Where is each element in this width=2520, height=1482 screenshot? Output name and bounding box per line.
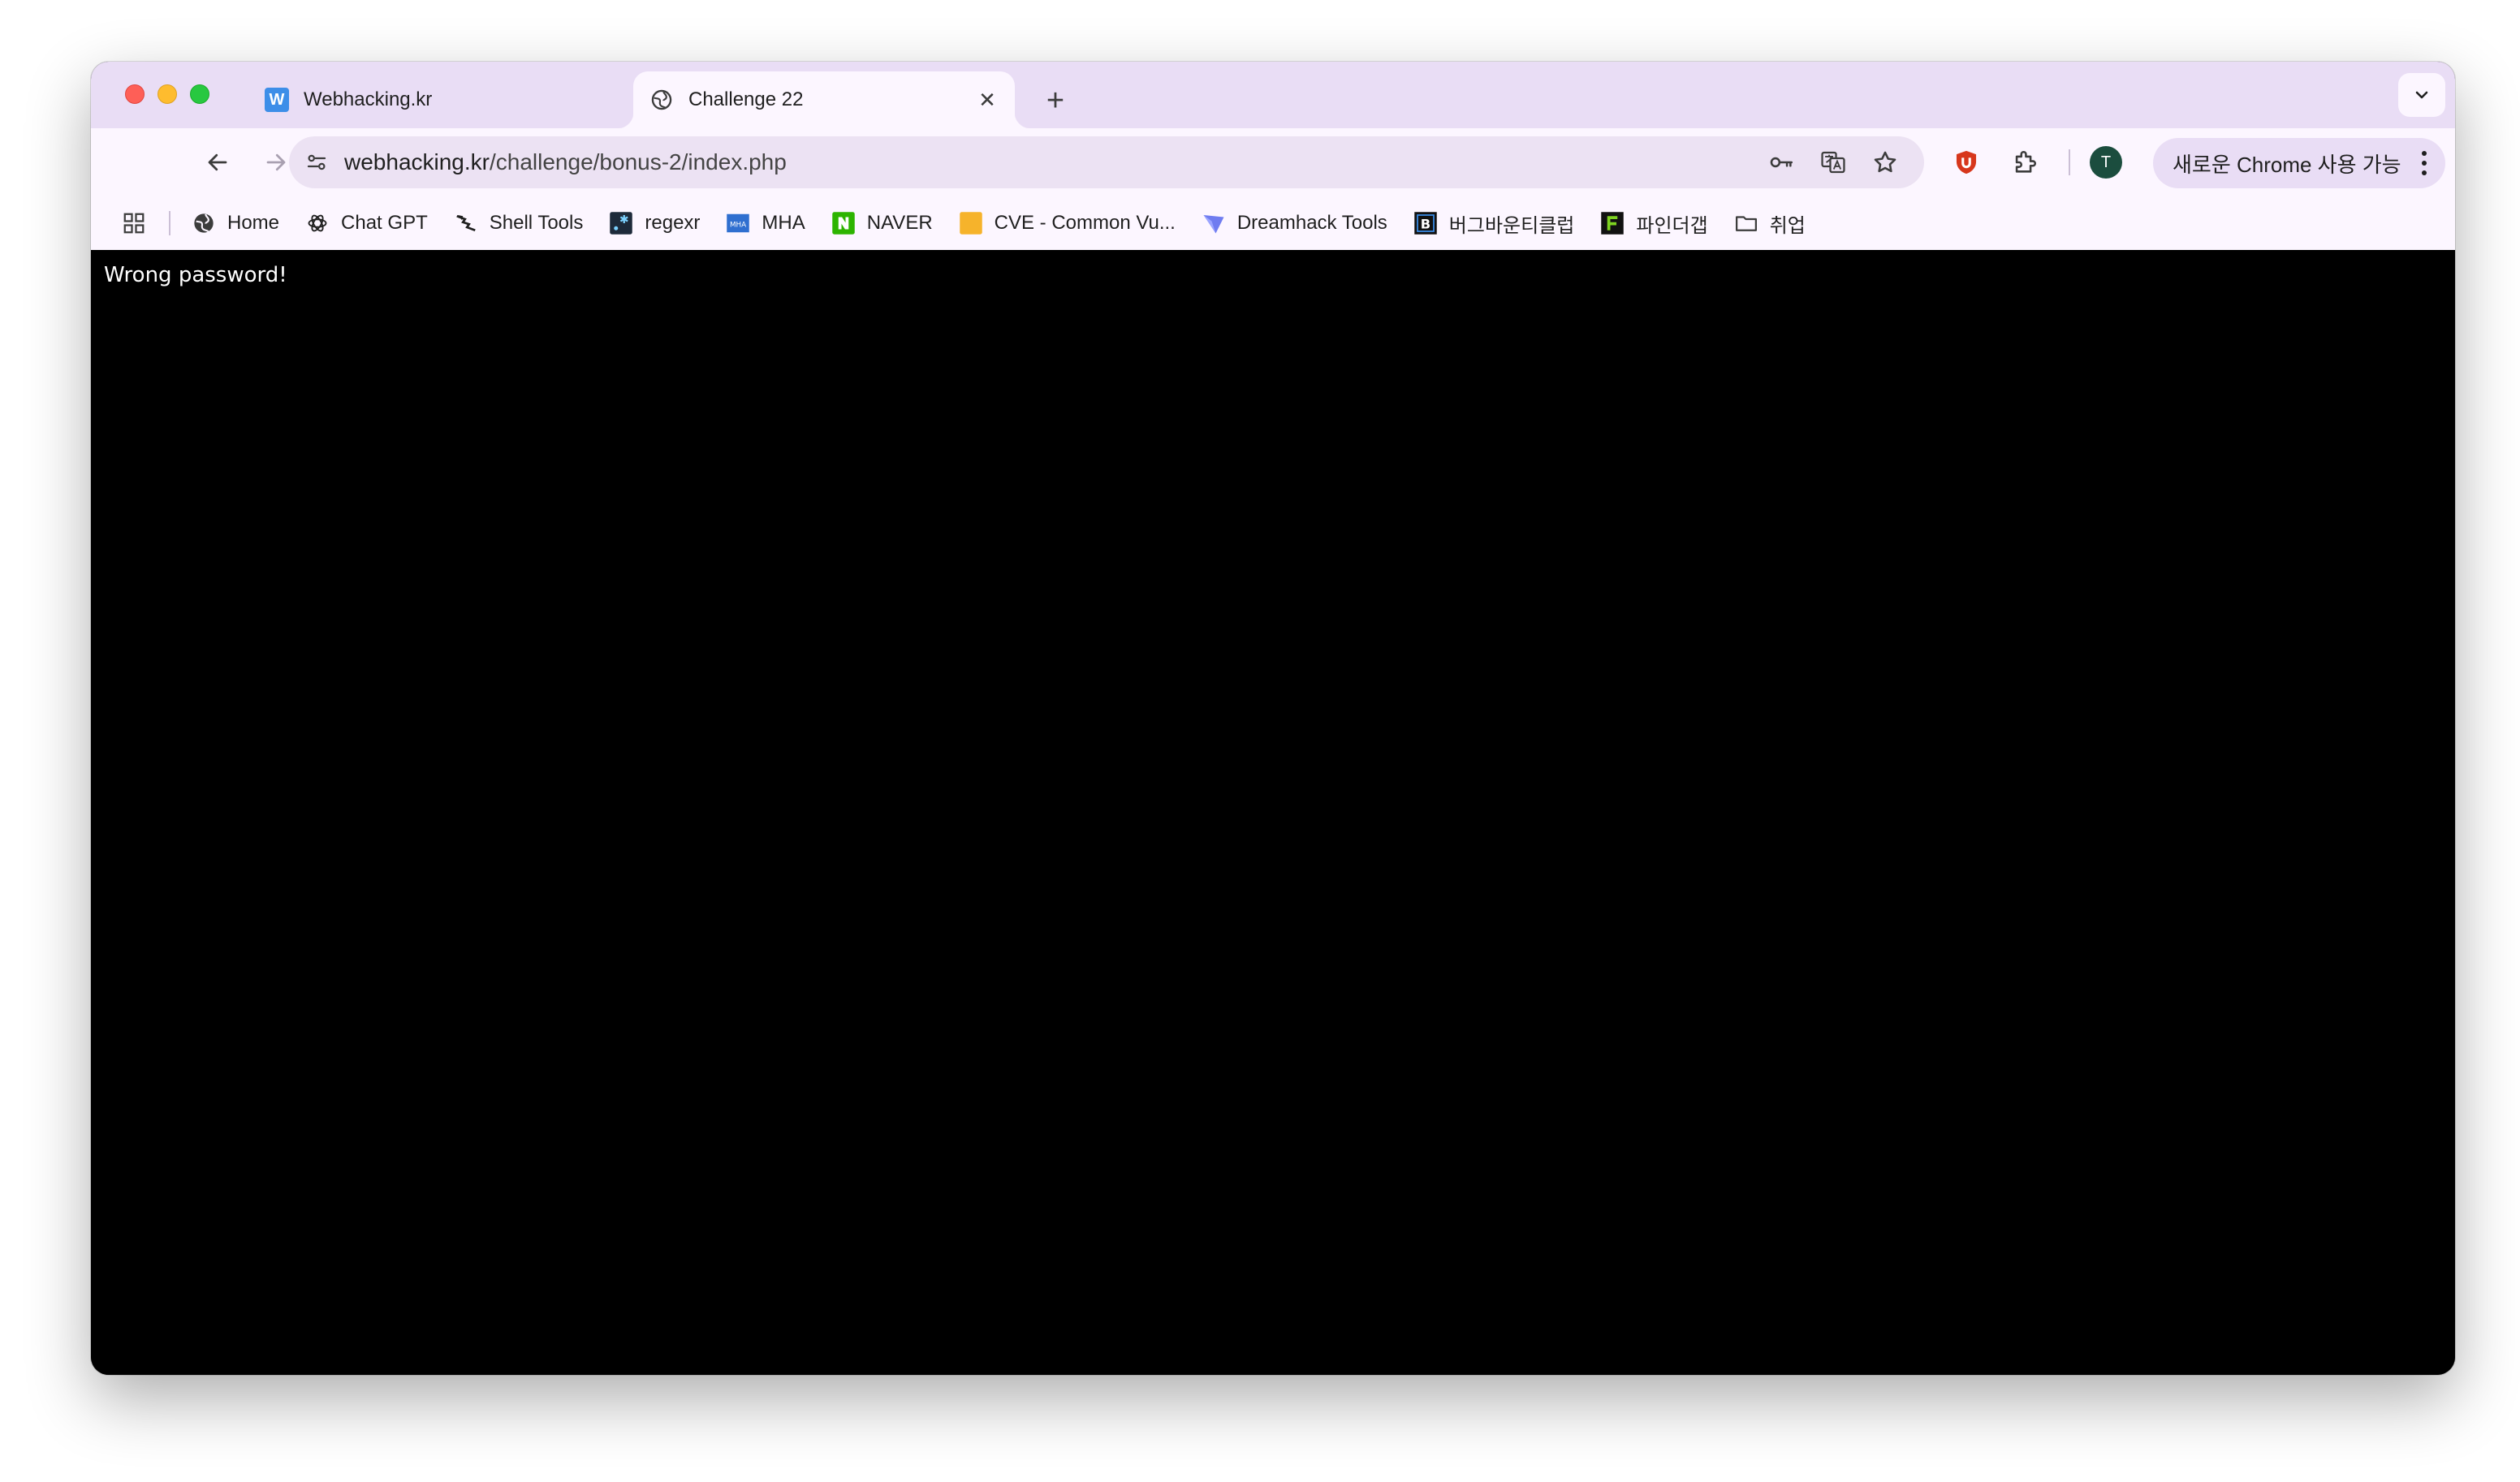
bookmark-label: 파인더갭 [1636, 214, 1708, 237]
cve-icon [959, 211, 983, 235]
wrong-password-message: Wrong password! [104, 263, 287, 287]
bookmark-label: Chat GPT [341, 212, 428, 234]
arrow-right-icon [266, 153, 286, 171]
url-host: webhacking.kr [344, 149, 490, 174]
bookmark-label: 취업 [1769, 214, 1806, 237]
url-text: webhacking.kr/challenge/bonus-2/index.ph… [344, 149, 787, 175]
bookmark-label: NAVER [866, 212, 933, 234]
page-content: Wrong password! [91, 250, 2455, 1375]
folder-icon [1734, 211, 1758, 235]
bookmark-regexr[interactable]: regexr [599, 205, 710, 242]
findergap-icon [1600, 211, 1625, 235]
tab-title: Challenge 22 [688, 88, 804, 110]
site-settings-icon[interactable] [299, 144, 334, 180]
back-button[interactable] [196, 141, 239, 183]
regexr-icon [609, 211, 633, 235]
bookmark-label: CVE - Common Vu... [994, 212, 1176, 234]
browser-toolbar: webhacking.kr/challenge/bonus-2/index.ph… [91, 128, 2455, 196]
profile-avatar[interactable]: T [2090, 146, 2122, 179]
mha-icon: MHA [726, 211, 750, 235]
bookmarks-divider [169, 211, 170, 235]
more-menu-icon[interactable] [2419, 151, 2429, 175]
bookmark-dreamhack-tools[interactable]: Dreamhack Tools [1192, 205, 1397, 242]
dreamhack-icon [1202, 211, 1226, 235]
close-tab-icon[interactable]: ✕ [974, 87, 1000, 113]
bookmark-chat-gpt[interactable]: Chat GPT [296, 205, 438, 242]
bugbounty-icon: B [1413, 211, 1438, 235]
naver-icon [831, 211, 856, 235]
arrow-left-icon [208, 153, 227, 171]
shell-tools-icon [454, 211, 478, 235]
tab-title: Webhacking.kr [304, 88, 433, 110]
bookmark-star-icon[interactable] [1867, 144, 1903, 180]
bookmark-cve[interactable]: CVE - Common Vu... [949, 205, 1185, 242]
bookmark-label: Dreamhack Tools [1236, 212, 1387, 234]
bookmark-findergap[interactable]: 파인더갭 [1590, 205, 1717, 242]
globe-icon [192, 211, 216, 235]
bookmark-label: Home [227, 212, 280, 234]
bookmark-label: Shell Tools [489, 212, 584, 234]
bookmarks-bar: Home Chat GPT Shell Tools regexr MHA MHA [91, 196, 2455, 250]
close-window-button[interactable] [125, 84, 145, 104]
tab-strip: W Webhacking.kr ✕ Challenge 22 ✕ + [91, 62, 2455, 128]
browser-window: W Webhacking.kr ✕ Challenge 22 ✕ + [91, 62, 2455, 1375]
extensions-puzzle-icon[interactable] [2004, 141, 2046, 183]
bookmark-folder-jobs[interactable]: 취업 [1724, 205, 1815, 242]
bookmark-home[interactable]: Home [182, 205, 289, 242]
ublock-extension-icon[interactable] [1945, 141, 1987, 183]
bookmark-mha[interactable]: MHA MHA [716, 205, 814, 242]
bookmark-bugbounty-club[interactable]: B 버그바운티클럽 [1404, 205, 1585, 242]
svg-text:B: B [1421, 216, 1430, 231]
svg-text:MHA: MHA [730, 221, 746, 229]
globe-icon [649, 88, 674, 112]
minimize-window-button[interactable] [158, 84, 177, 104]
password-key-icon[interactable] [1763, 144, 1799, 180]
chrome-update-button[interactable]: 새로운 Chrome 사용 가능 [2153, 138, 2445, 188]
address-bar[interactable]: webhacking.kr/challenge/bonus-2/index.ph… [289, 136, 1924, 188]
tab-challenge-22[interactable]: Challenge 22 ✕ [617, 71, 1031, 128]
openai-icon [305, 211, 330, 235]
bookmark-label: 버그바운티클럽 [1448, 214, 1575, 237]
apps-grid-icon[interactable] [120, 209, 148, 237]
chevron-down-icon [2415, 91, 2428, 99]
bookmark-label: MHA [762, 212, 805, 234]
chrome-update-label: 새로운 Chrome 사용 가능 [2173, 152, 2401, 177]
new-tab-button[interactable]: + [1036, 81, 1075, 120]
bookmark-shell-tools[interactable]: Shell Tools [444, 205, 593, 242]
zoom-window-button[interactable] [190, 84, 209, 104]
translate-icon[interactable] [1815, 144, 1851, 180]
webhacking-favicon-icon: W [265, 88, 289, 112]
tab-search-button[interactable] [2398, 73, 2445, 117]
bookmark-label: regexr [645, 212, 701, 234]
url-path: /challenge/bonus-2/index.php [489, 149, 787, 174]
bookmark-naver[interactable]: NAVER [822, 205, 943, 242]
toolbar-divider [2069, 149, 2070, 175]
